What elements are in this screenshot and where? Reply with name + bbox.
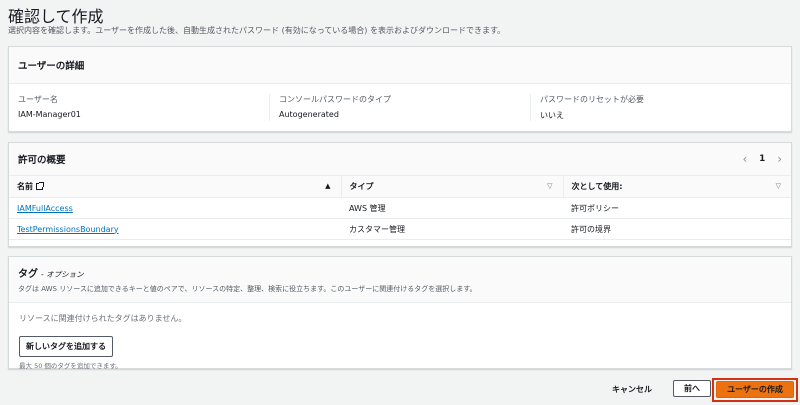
create-user-button[interactable]: ユーザーの作成	[716, 381, 794, 398]
table-row: TestPermissionsBoundary カスタマー管理 許可の境界	[9, 218, 791, 240]
console-password-type-label: コンソールパスワードのタイプ	[279, 95, 391, 104]
sort-icon[interactable]: ▽	[776, 182, 781, 190]
password-reset-value: いいえ	[540, 111, 564, 120]
console-password-type-value: Autogenerated	[279, 110, 339, 119]
user-details-header: ユーザーの詳細	[9, 47, 791, 84]
password-reset-field: パスワードのリセットが必要 いいえ	[530, 94, 791, 121]
add-tag-button[interactable]: 新しいタグを追加する	[19, 336, 113, 357]
sort-ascending-icon[interactable]: ▲	[325, 182, 330, 190]
column-header-name[interactable]: 名前 ▲	[9, 175, 341, 198]
sort-icon[interactable]: ▽	[547, 182, 552, 190]
username-field: ユーザー名 IAM-Manager01	[9, 94, 269, 121]
tags-description: タグは AWS リソースに追加できるキーと値のペアで、リソースの特定、整理、検索…	[18, 285, 477, 293]
permissions-header: 許可の概要 ‹ 1 ›	[9, 143, 791, 175]
policy-used-as: 許可の境界	[563, 218, 791, 240]
permissions-title: 許可の概要	[18, 155, 66, 166]
pagination: ‹ 1 ›	[742, 152, 782, 166]
password-reset-label: パスワードのリセットが必要	[540, 95, 644, 104]
policy-type: AWS 管理	[341, 197, 563, 219]
tags-panel: タグ - オプション タグは AWS リソースに追加できるキーと値のペアで、リソー…	[8, 256, 792, 370]
permissions-table: 名前 ▲ タイプ ▽ 次として使用: ▽ IAMFullAccess AWS 管…	[9, 175, 791, 240]
policy-link[interactable]: TestPermissionsBoundary	[17, 225, 119, 234]
tag-limit-hint: 最大 50 個のタグを追加できます。	[19, 362, 122, 370]
cancel-button[interactable]: キャンセル	[612, 384, 652, 395]
page-title: 確認して作成	[8, 7, 104, 26]
chevron-left-icon[interactable]: ‹	[742, 152, 747, 166]
no-tags-message: リソースに関連付けられたタグはありません。	[19, 314, 187, 323]
page-description: 選択内容を確認します。ユーザーを作成した後、自動生成されたパスワード (有効にな…	[8, 26, 506, 35]
tags-header: タグ - オプション タグは AWS リソースに追加できるキーと値のペアで、リソー…	[9, 257, 791, 303]
table-row: IAMFullAccess AWS 管理 許可ポリシー	[9, 197, 791, 219]
previous-button[interactable]: 前へ	[673, 380, 711, 397]
policy-link[interactable]: IAMFullAccess	[17, 204, 73, 213]
username-value: IAM-Manager01	[18, 110, 81, 119]
column-header-type[interactable]: タイプ ▽	[340, 175, 563, 198]
policy-type: カスタマー管理	[341, 218, 563, 240]
tags-title: タグ	[18, 269, 38, 280]
external-link-icon	[36, 182, 44, 190]
username-label: ユーザー名	[18, 95, 58, 104]
create-user-highlight: ユーザーの作成	[712, 378, 798, 402]
user-details-panel: ユーザーの詳細 ユーザー名 IAM-Manager01 コンソールパスワードのタ…	[8, 46, 792, 132]
console-password-type-field: コンソールパスワードのタイプ Autogenerated	[269, 94, 530, 121]
page-number[interactable]: 1	[759, 154, 765, 164]
column-header-used-as[interactable]: 次として使用: ▽	[562, 175, 791, 198]
optional-label: - オプション	[41, 270, 84, 279]
chevron-right-icon[interactable]: ›	[777, 152, 782, 166]
policy-used-as: 許可ポリシー	[563, 197, 791, 219]
permissions-panel: 許可の概要 ‹ 1 › 名前 ▲ タイプ ▽ 次として使用: ▽ IAMFull…	[8, 142, 792, 247]
